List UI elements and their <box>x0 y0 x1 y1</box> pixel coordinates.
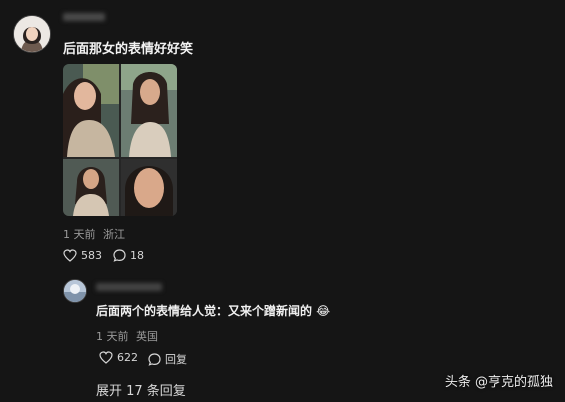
avatar[interactable] <box>13 15 51 53</box>
watermark: 头条 @亨克的孤独 <box>444 375 553 390</box>
reply-username-blurred[interactable] <box>96 283 162 291</box>
comment-time: 1 天前 <box>63 228 96 241</box>
expand-replies-link[interactable]: 展开 17 条回复 <box>96 380 186 399</box>
comment-image[interactable] <box>63 64 177 216</box>
reply-like-button[interactable]: 622 <box>99 351 138 364</box>
username-blurred[interactable] <box>63 13 105 21</box>
heart-icon <box>99 351 113 364</box>
reply-button[interactable]: 18 <box>113 249 144 262</box>
reply-avatar[interactable] <box>63 279 87 303</box>
comment-bubble-icon <box>148 352 161 366</box>
reply-location: 英国 <box>136 330 158 343</box>
comment-meta: 1 天前 浙江 <box>63 226 125 242</box>
comment-location: 浙江 <box>103 228 125 241</box>
reply-text: 后面两个的表情给人觉：又来个蹭新闻的 😂 <box>96 304 331 318</box>
like-button[interactable]: 583 <box>63 249 102 262</box>
reply-like-count: 622 <box>117 351 138 364</box>
reply-reply-button[interactable]: 回复 <box>148 351 187 367</box>
reply-label: 回复 <box>165 353 187 366</box>
like-count: 583 <box>81 249 102 262</box>
reply-time: 1 天前 <box>96 330 129 343</box>
comment-text: 后面那女的表情好好笑 <box>63 42 194 57</box>
reply-meta: 1 天前 英国 <box>96 328 158 344</box>
reply-count: 18 <box>130 249 144 262</box>
heart-icon <box>63 249 77 262</box>
comment-bubble-icon <box>113 249 126 262</box>
